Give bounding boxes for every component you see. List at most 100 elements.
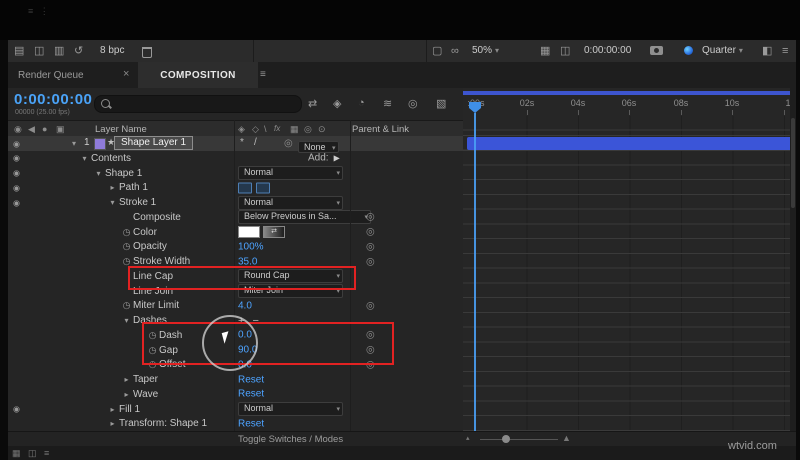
collapse-transformations-icon[interactable]: * <box>240 137 244 148</box>
visibility-eye-icon[interactable]: ◉ <box>13 405 20 414</box>
resolution-dropdown[interactable]: Quarter ▾ <box>702 45 743 56</box>
timeline-zoom-slider[interactable] <box>480 439 558 440</box>
panel-menu-icon[interactable]: ≡ <box>782 44 788 58</box>
visibility-eye-icon[interactable]: ◉ <box>13 183 20 192</box>
miter-limit-value[interactable]: 4.0 <box>238 300 252 311</box>
row-fill-1[interactable]: ◉ ▸ Fill 1 Normal <box>8 402 463 417</box>
property-label[interactable]: Contents <box>91 153 131 164</box>
composition-flowchart-icon[interactable]: ⇄ <box>308 97 317 110</box>
twirl-open-icon[interactable]: ▾ <box>78 154 91 163</box>
row-contents[interactable]: ◉ ▾ Contents Add: ▶ <box>8 151 463 166</box>
bit-depth-button[interactable]: 8 bpc <box>100 45 124 56</box>
region-of-interest-icon[interactable]: ◫ <box>560 44 570 58</box>
pickwhip-icon[interactable]: ◎ <box>366 300 375 311</box>
snapshot-camera-icon[interactable] <box>650 46 663 55</box>
close-tab-icon[interactable]: × <box>123 68 129 80</box>
zoom-slider-knob[interactable] <box>502 435 510 443</box>
parent-pickwhip-icon[interactable]: ◎ <box>284 138 293 149</box>
fast-previews-icon[interactable]: ◧ <box>762 44 772 58</box>
visibility-eye-icon[interactable]: ◉ <box>13 154 20 163</box>
twirl-open-icon[interactable]: ▾ <box>92 169 105 178</box>
timeline-grid[interactable] <box>463 116 796 431</box>
reset-link[interactable]: Reset <box>238 374 264 385</box>
twirl-closed-icon[interactable]: ▸ <box>106 183 119 192</box>
twirl-closed-icon[interactable]: ▸ <box>106 419 119 428</box>
path-direction-icon[interactable] <box>238 182 252 194</box>
zoom-tool-icon[interactable]: ▥ <box>54 44 64 58</box>
scrollbar-thumb[interactable] <box>791 118 795 208</box>
graph-editor-icon[interactable]: ▧ <box>436 97 446 110</box>
vertical-scrollbar[interactable] <box>790 88 796 431</box>
layer-name-column-label[interactable]: Layer Name <box>95 124 147 135</box>
blend-mode-dropdown[interactable]: Normal <box>238 195 343 210</box>
pickwhip-icon[interactable]: ◎ <box>366 256 375 267</box>
monitor-icon[interactable]: ▢ <box>432 44 442 58</box>
selection-tool-icon[interactable]: ▤ <box>14 44 24 58</box>
row-path-1[interactable]: ◉ ▸ Path 1 <box>8 181 463 196</box>
twirl-open-icon[interactable]: ▾ <box>72 139 76 148</box>
draft-3d-icon[interactable]: ◈ <box>333 97 341 110</box>
pickwhip-icon[interactable]: ◎ <box>366 212 375 223</box>
row-transform-shape-1[interactable]: ▸ Transform: Shape 1 Reset <box>8 417 463 432</box>
property-label[interactable]: Shape 1 <box>105 168 142 179</box>
pickwhip-icon[interactable]: ◎ <box>366 241 375 252</box>
playhead-icon[interactable] <box>469 102 481 113</box>
property-label[interactable]: Color <box>133 227 157 238</box>
zoom-out-icon[interactable]: ▴ <box>466 434 470 442</box>
property-label[interactable]: Taper <box>133 374 158 385</box>
layer-color-swatch[interactable] <box>94 138 106 150</box>
frame-view-icon[interactable]: ◫ <box>28 448 37 459</box>
row-composite[interactable]: Composite Below Previous in Sa... ◎ <box>8 210 463 225</box>
playhead-line[interactable] <box>474 113 476 431</box>
rotate-tool-icon[interactable]: ↺ <box>74 44 83 58</box>
parent-link-column-label[interactable]: Parent & Link <box>352 124 409 135</box>
property-label[interactable]: Path 1 <box>119 182 148 193</box>
row-miter-limit[interactable]: ◷ Miter Limit 4.0 ◎ <box>8 299 463 314</box>
row-taper[interactable]: ▸ Taper Reset <box>8 372 463 387</box>
timeline-track-panel[interactable]: :00s 02s 04s 06s 08s 10s 1 <box>463 88 796 431</box>
row-stroke-1[interactable]: ◉ ▾ Stroke 1 Normal <box>8 195 463 210</box>
property-label[interactable]: Fill 1 <box>119 404 140 415</box>
options-menu-icon[interactable]: ≡ <box>44 448 49 458</box>
zoom-in-icon[interactable]: ▲ <box>562 433 571 443</box>
tab-menu-icon[interactable]: ≡ <box>260 69 266 80</box>
frame-blending-icon[interactable]: ≋ <box>383 97 392 110</box>
layer-duration-bar[interactable] <box>467 137 794 150</box>
twirl-closed-icon[interactable]: ▸ <box>120 390 133 399</box>
color-picker-icon[interactable]: ⇄ <box>263 226 285 239</box>
opacity-value[interactable]: 100% <box>238 241 264 252</box>
current-time-display[interactable]: 0:00:00:00 <box>14 91 92 108</box>
property-label[interactable]: Transform: Shape 1 <box>119 418 207 429</box>
magnification-dropdown[interactable]: 50% ▾ <box>472 45 499 56</box>
search-input[interactable] <box>94 95 302 113</box>
blend-mode-dropdown[interactable]: Normal <box>238 402 343 417</box>
stopwatch-icon[interactable]: ◷ <box>120 227 133 238</box>
stopwatch-icon[interactable]: ◷ <box>120 300 133 311</box>
reset-link[interactable]: Reset <box>238 389 264 400</box>
layer-name-field[interactable]: Shape Layer 1 <box>114 136 194 150</box>
row-shape-1[interactable]: ◉ ▾ Shape 1 Normal <box>8 166 463 181</box>
layer-row-shape-layer-1[interactable]: ◉ ▾ 1 ★ Shape Layer 1 * / ◎ None <box>8 136 463 153</box>
twirl-open-icon[interactable]: ▾ <box>120 316 133 325</box>
row-opacity[interactable]: ◷ Opacity 100% ◎ <box>8 240 463 255</box>
row-wave[interactable]: ▸ Wave Reset <box>8 387 463 402</box>
twirl-closed-icon[interactable]: ▸ <box>120 375 133 384</box>
tab-render-queue[interactable]: Render Queue <box>8 62 94 88</box>
blend-mode-dropdown[interactable]: Normal <box>238 166 343 181</box>
grid-options-icon[interactable]: ▦ <box>540 44 550 58</box>
tab-composition[interactable]: COMPOSITION <box>138 62 258 88</box>
property-label[interactable]: Opacity <box>133 241 167 252</box>
quality-switch-icon[interactable]: / <box>254 137 257 148</box>
reset-link[interactable]: Reset <box>238 418 264 429</box>
expand-layers-icon[interactable]: ▦ <box>12 448 21 459</box>
stereo-glasses-icon[interactable]: ∞ <box>451 44 459 58</box>
pickwhip-icon[interactable]: ◎ <box>366 227 375 238</box>
motion-blur-icon[interactable]: ◎ <box>408 97 418 110</box>
row-color[interactable]: ◷ Color ⇄ ◎ <box>8 225 463 240</box>
work-area-bar[interactable] <box>463 91 796 95</box>
visibility-eye-icon[interactable]: ◉ <box>13 169 20 178</box>
path-mask-icon[interactable] <box>256 182 270 194</box>
window-menu-icon[interactable]: ≡ ⋮ <box>28 6 51 17</box>
visibility-eye-icon[interactable]: ◉ <box>13 198 20 207</box>
channel-colors-icon[interactable] <box>684 46 693 55</box>
